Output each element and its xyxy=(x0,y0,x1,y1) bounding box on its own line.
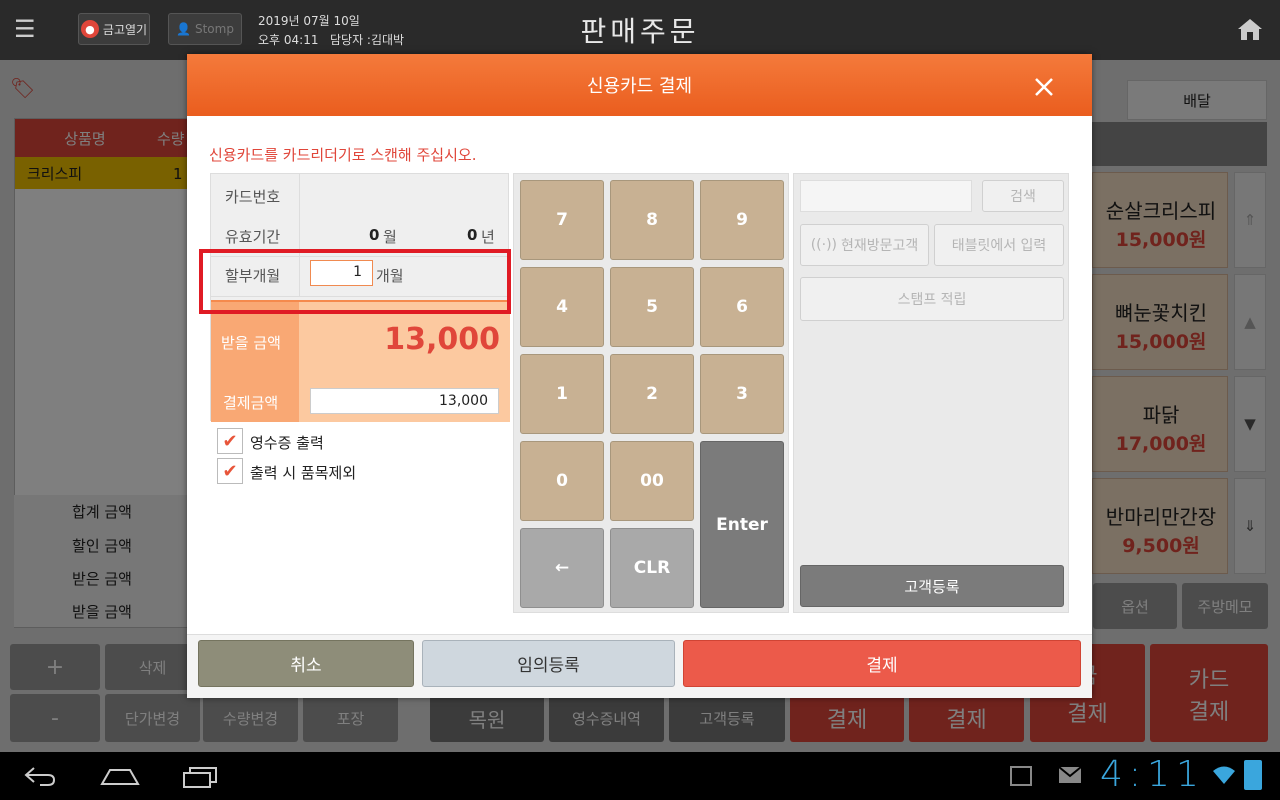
home-nav-icon[interactable] xyxy=(100,766,140,790)
date-text: 2019년 07월 10일 xyxy=(258,14,360,28)
stamp-label: Stomp xyxy=(194,22,234,36)
payment-label: 결제금액 xyxy=(223,394,279,412)
wifi-icon xyxy=(1212,764,1236,790)
current-customer-button[interactable]: ((·)) 현재방문고객 xyxy=(800,224,929,266)
cancel-button[interactable]: 취소 xyxy=(198,640,414,687)
key-6[interactable]: 6 xyxy=(700,267,784,347)
recent-apps-icon[interactable] xyxy=(182,766,218,792)
battery-icon xyxy=(1244,760,1262,790)
customer-search-input[interactable] xyxy=(800,180,972,212)
expiry-label: 유효기간 xyxy=(225,228,281,246)
receipt-print-label: 영수증 출력 xyxy=(250,434,324,452)
instruction-text: 신용카드를 카드리더기로 스캔해 주십시오. xyxy=(209,146,477,164)
keypad-panel: 7 8 9 4 5 6 1 2 3 0 00 Enter ← CLR xyxy=(513,173,789,613)
tablet-input-button[interactable]: 태블릿에서 입력 xyxy=(934,224,1064,266)
cash-drawer-button[interactable]: ● 금고열기 xyxy=(78,13,150,45)
exclude-items-checkbox[interactable]: ✔ xyxy=(217,458,243,484)
register-customer-button[interactable]: 고객등록 xyxy=(800,565,1064,607)
stamp-earn-button[interactable]: 스탬프 적립 xyxy=(800,277,1064,321)
year-unit: 년 xyxy=(481,228,495,246)
expiry-year: 0 xyxy=(467,226,478,244)
key-4[interactable]: 4 xyxy=(520,267,604,347)
page-title: 판매주문 xyxy=(580,15,700,48)
staff-text: 담당자 :김대박 xyxy=(330,33,405,47)
credit-card-dialog: 신용카드 결제 신용카드를 카드리더기로 스캔해 주십시오. 카드번호 유효기간… xyxy=(187,54,1092,698)
card-number-label: 카드번호 xyxy=(225,188,281,206)
enter-key[interactable]: Enter xyxy=(700,441,784,608)
backspace-key[interactable]: ← xyxy=(520,528,604,608)
drawer-icon: ● xyxy=(80,20,99,38)
key-7[interactable]: 7 xyxy=(520,180,604,260)
gallery-icon xyxy=(1010,766,1032,786)
clear-key[interactable]: CLR xyxy=(610,528,694,608)
month-unit: 월 xyxy=(383,228,397,246)
key-0[interactable]: 0 xyxy=(520,441,604,521)
stamp-button[interactable]: 👤 Stomp xyxy=(168,13,242,45)
user-icon: 👤 xyxy=(176,22,191,36)
arbitrary-register-button[interactable]: 임의등록 xyxy=(422,640,675,687)
search-button[interactable]: 검색 xyxy=(982,180,1064,212)
system-nav-bar: 4:11 xyxy=(0,752,1280,800)
key-00[interactable]: 00 xyxy=(610,441,694,521)
wireless-icon: ((·)) xyxy=(810,237,838,253)
payment-row: 결제금액 13,000 xyxy=(211,380,510,422)
receivable-label: 받을 금액 xyxy=(221,334,281,352)
receivable-amount: 13,000 xyxy=(384,322,500,357)
customer-panel: 검색 ((·)) 현재방문고객 태블릿에서 입력 스탬프 적립 고객등록 xyxy=(793,173,1069,613)
expiry-month: 0 xyxy=(369,226,380,244)
dialog-title: 신용카드 결제 xyxy=(586,76,693,97)
mail-icon xyxy=(1058,766,1082,788)
key-9[interactable]: 9 xyxy=(700,180,784,260)
key-2[interactable]: 2 xyxy=(610,354,694,434)
clock-text: 4:11 xyxy=(1100,754,1205,795)
key-3[interactable]: 3 xyxy=(700,354,784,434)
payment-amount-input[interactable]: 13,000 xyxy=(310,388,499,414)
key-1[interactable]: 1 xyxy=(520,354,604,434)
top-bar: ☰ ● 금고열기 👤 Stomp 2019년 07월 10일 오후 04:11 … xyxy=(0,0,1280,60)
home-icon[interactable] xyxy=(1236,16,1264,42)
receipt-print-checkbox[interactable]: ✔ xyxy=(217,428,243,454)
menu-icon[interactable]: ☰ xyxy=(14,16,40,42)
key-5[interactable]: 5 xyxy=(610,267,694,347)
dialog-header: 신용카드 결제 xyxy=(187,54,1092,116)
back-icon[interactable] xyxy=(22,764,58,792)
cash-drawer-label: 금고열기 xyxy=(102,22,148,37)
key-8[interactable]: 8 xyxy=(610,180,694,260)
exclude-items-label: 출력 시 품목제외 xyxy=(250,464,357,482)
current-customer-label: 현재방문고객 xyxy=(841,238,919,254)
time-text: 오후 04:11 xyxy=(258,33,319,47)
close-icon[interactable] xyxy=(1029,72,1059,102)
highlight-box xyxy=(199,249,511,314)
pay-button[interactable]: 결제 xyxy=(683,640,1081,687)
